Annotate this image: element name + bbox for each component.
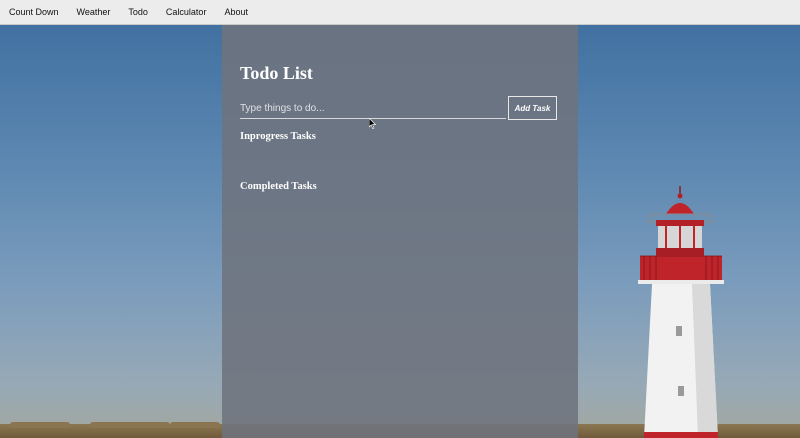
- top-navbar: Count Down Weather Todo Calculator About: [0, 0, 800, 25]
- mouse-pointer-icon: [369, 118, 377, 129]
- nav-item-todo[interactable]: Todo: [128, 7, 148, 17]
- inprogress-heading: Inprogress Tasks: [240, 131, 316, 142]
- completed-heading: Completed Tasks: [240, 181, 317, 192]
- todo-panel: Todo List Add Task Inprogress Tasks Comp…: [222, 25, 578, 438]
- nav-item-about[interactable]: About: [224, 7, 248, 17]
- lighthouse-image: [638, 186, 724, 438]
- add-task-button[interactable]: Add Task: [508, 96, 557, 120]
- nav-item-calculator[interactable]: Calculator: [166, 7, 207, 17]
- task-input[interactable]: [240, 98, 506, 119]
- nav-item-count-down[interactable]: Count Down: [9, 7, 59, 17]
- grass-tuft: [170, 422, 220, 428]
- page-title: Todo List: [240, 63, 313, 83]
- inprogress-task-list: [240, 147, 560, 177]
- app-background: Count Down Weather Todo Calculator About: [0, 0, 800, 438]
- nav-item-weather[interactable]: Weather: [77, 7, 111, 17]
- completed-task-list: [240, 197, 560, 227]
- grass-tuft: [90, 422, 170, 428]
- grass-tuft: [10, 422, 70, 428]
